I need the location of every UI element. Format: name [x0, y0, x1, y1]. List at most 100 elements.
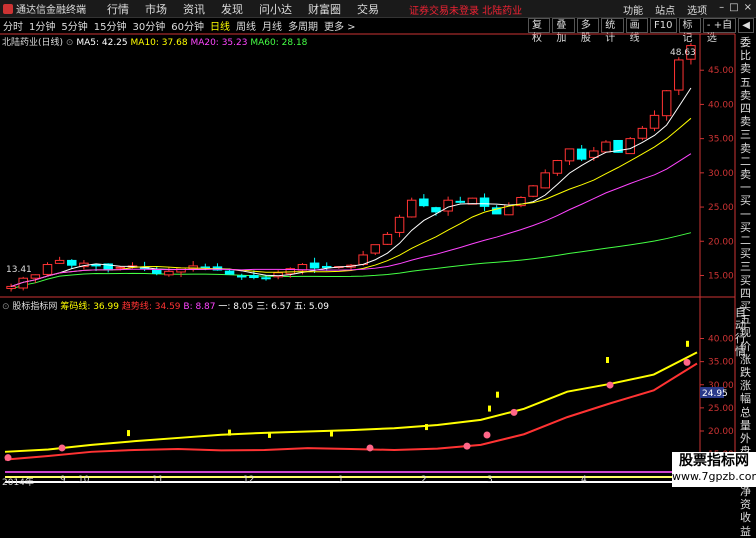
indicator-b: B: 8.87 [183, 302, 216, 312]
sidebar-weibi[interactable]: 委比 [735, 36, 756, 62]
indicator-trend-line: 趋势线: 34.59 [121, 302, 181, 312]
signal-marker [483, 431, 491, 439]
candle-body [552, 160, 563, 174]
candle-body [649, 114, 660, 129]
volume-bar [228, 429, 231, 436]
indicator-header: ⊙ 股标指标网 筹码线: 36.99 趋势线: 34.59 B: 8.87 一:… [2, 299, 329, 312]
candle-body [601, 141, 611, 153]
sidebar-netasset[interactable]: 净资 [735, 485, 756, 511]
signal-marker [510, 408, 518, 416]
ma-line [10, 117, 692, 287]
ma20-label: MA20: 35.23 [190, 38, 248, 48]
sidebar-buy2[interactable]: 买二 [735, 221, 756, 247]
candle-body [661, 90, 672, 117]
candle-body [42, 264, 53, 275]
date-label: 9 [60, 475, 66, 485]
indicator-icon[interactable]: ⊙ [2, 302, 10, 312]
sidebar-earnings[interactable]: 收益 [735, 511, 756, 537]
chip-line [4, 351, 698, 453]
date-label: 11 [152, 475, 164, 485]
ma60-line [10, 232, 692, 290]
candle-body [528, 185, 538, 197]
chart-area[interactable]: 15.0020.0025.0030.0035.0040.0045.00 15.0… [0, 0, 756, 487]
indicator-three: 三: 6.57 [256, 302, 292, 312]
high-price-label: 48.63 [670, 48, 696, 58]
candle-body [370, 244, 381, 254]
candle-body [54, 259, 65, 264]
sidebar-change-pct[interactable]: 涨幅 [735, 379, 756, 405]
volume-bar [496, 391, 499, 398]
candle-body [321, 265, 332, 268]
candle-body [479, 197, 490, 207]
candle-body [406, 199, 417, 218]
candle-body [443, 199, 453, 212]
y-tick-label: 35.00 [708, 135, 734, 145]
candle-body [309, 262, 320, 269]
main-chart-header: 北陆药业(日线) ⊙ MA5: 42.25 MA10: 37.68 MA20: … [2, 35, 307, 48]
date-axis: 2014年 9 10 11 12 1 2 3 4 [0, 475, 700, 488]
volume-bar [425, 424, 428, 431]
signal-marker [4, 454, 12, 462]
date-label: 1 [338, 475, 344, 485]
volume-bar [606, 357, 609, 363]
y-tick-label: 20.00 [708, 427, 734, 437]
candle-body [674, 59, 684, 91]
candle-body [67, 259, 77, 266]
signal-marker [58, 444, 66, 452]
candle-body [236, 275, 247, 278]
sidebar-sell2[interactable]: 卖二 [735, 142, 756, 168]
indicator-chip-line: 筹码线: 36.99 [60, 302, 119, 312]
candle-body [249, 275, 259, 279]
candle-body [576, 148, 587, 160]
sidebar-sell4[interactable]: 卖四 [735, 89, 756, 115]
y-tick-label: 15.00 [708, 271, 734, 281]
sidebar-sell5[interactable]: 卖五 [735, 62, 756, 88]
signal-marker [463, 442, 471, 450]
candle-body [164, 270, 174, 276]
candle-body [625, 138, 635, 155]
sidebar-buy4[interactable]: 买四 [735, 274, 756, 300]
candle-body [455, 200, 466, 203]
low-price-label: 13.41 [6, 265, 32, 275]
trend-line [4, 362, 698, 461]
date-label: 2 [421, 475, 427, 485]
date-label: 10 [78, 475, 90, 485]
y-tick-label: 40.00 [708, 335, 734, 345]
watermark-url: www.7gpzb.com [672, 470, 756, 483]
indicator-five: 五: 5.09 [294, 302, 329, 312]
indicator-one: 一: 8.05 [218, 302, 254, 312]
signal-marker [683, 358, 691, 366]
candle-body [419, 198, 429, 207]
sidebar-volume[interactable]: 总量 [735, 406, 756, 432]
indicator-title: 股标指标网 [12, 302, 58, 312]
candle-body [382, 233, 393, 245]
y-tick-label: 30.00 [708, 169, 734, 179]
sidebar-auto[interactable]: 自动 [735, 306, 756, 332]
candle-body [394, 216, 405, 233]
y-tick-label: 40.00 [708, 100, 734, 110]
y-tick-label: 25.00 [708, 404, 734, 414]
sidebar-sell3[interactable]: 卖三 [735, 115, 756, 141]
volume-bar [488, 405, 491, 412]
y-tick-label: 35.00 [708, 358, 734, 368]
candle-body [6, 285, 16, 289]
sidebar-sell1[interactable]: 卖一 [735, 168, 756, 194]
date-label: 4 [581, 475, 587, 485]
signal-marker [606, 381, 614, 389]
sidebar-buy1[interactable]: 买一 [735, 194, 756, 220]
date-label: 2014年 [2, 478, 34, 488]
ma10-label: MA10: 37.68 [130, 38, 188, 48]
ma-line [10, 87, 692, 287]
band-magenta [5, 471, 700, 473]
y-tick-label: 45.00 [708, 66, 734, 76]
date-label: 12 [243, 475, 255, 485]
settings-icon[interactable]: ⊙ [66, 38, 74, 48]
signal-marker [366, 444, 374, 452]
candle-body [224, 270, 235, 275]
chart-title: 北陆药业(日线) [2, 38, 64, 48]
quote-sidebar-2: 自动 行情 [735, 306, 756, 358]
candle-body [637, 127, 648, 139]
sidebar-buy3[interactable]: 买三 [735, 247, 756, 273]
sidebar-market[interactable]: 行情 [735, 332, 756, 358]
date-label: 3 [487, 475, 493, 485]
